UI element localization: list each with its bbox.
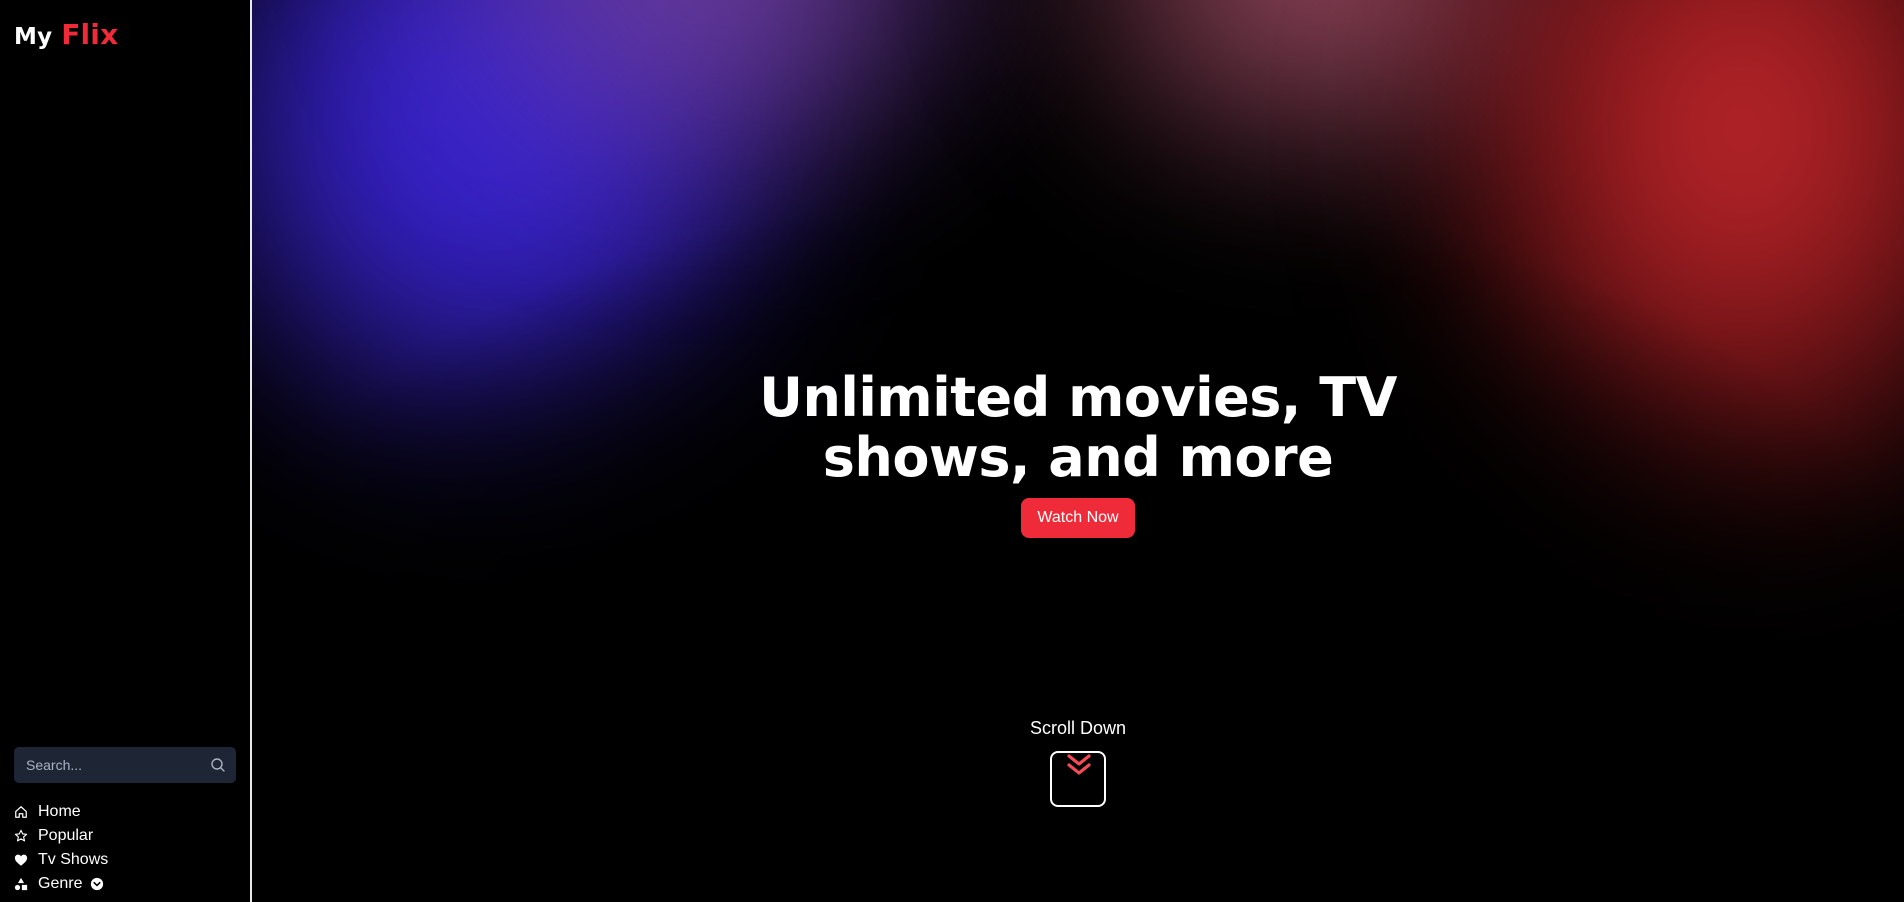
star-icon xyxy=(14,829,28,843)
scroll-down-button[interactable] xyxy=(1050,751,1106,807)
scroll-down: Scroll Down xyxy=(252,718,1904,807)
sidebar-item-genre[interactable]: Genre xyxy=(14,872,108,896)
double-chevron-down-icon xyxy=(1067,754,1091,775)
logo-text-flix: Flix xyxy=(61,18,119,51)
logo-text-my: My xyxy=(14,24,53,50)
hero-section: Unlimited movies, TV shows, and more Wat… xyxy=(252,0,1904,902)
chevron-down-circle-icon[interactable] xyxy=(90,877,104,891)
logo[interactable]: My Flix xyxy=(14,18,118,51)
sidebar-item-label: Genre xyxy=(38,875,83,892)
heart-icon xyxy=(14,853,28,867)
search-input[interactable] xyxy=(26,757,210,773)
sidebar-item-label: Home xyxy=(38,803,81,820)
sidebar-item-tv-shows[interactable]: Tv Shows xyxy=(14,848,108,872)
app-root: My Flix Home xyxy=(0,0,1904,902)
hero-glow-purple xyxy=(392,0,1032,220)
sidebar-item-home[interactable]: Home xyxy=(14,800,108,824)
hero-glow-rose xyxy=(1012,0,1632,220)
home-icon xyxy=(14,805,28,819)
watch-now-button[interactable]: Watch Now xyxy=(1021,498,1135,538)
sidebar: My Flix Home xyxy=(0,0,252,902)
sidebar-nav: Home Popular Tv Shows Genre xyxy=(14,800,108,896)
sidebar-item-label: Tv Shows xyxy=(38,851,109,868)
search-bar xyxy=(14,747,236,783)
sidebar-item-label: Popular xyxy=(38,827,94,844)
search-icon[interactable] xyxy=(210,757,226,773)
scroll-down-label: Scroll Down xyxy=(1029,718,1127,738)
hero-headline: Unlimited movies, TV shows, and more xyxy=(759,366,1397,489)
hero-content: Unlimited movies, TV shows, and more Wat… xyxy=(252,368,1904,538)
shapes-icon xyxy=(14,877,28,891)
sidebar-item-popular[interactable]: Popular xyxy=(14,824,108,848)
